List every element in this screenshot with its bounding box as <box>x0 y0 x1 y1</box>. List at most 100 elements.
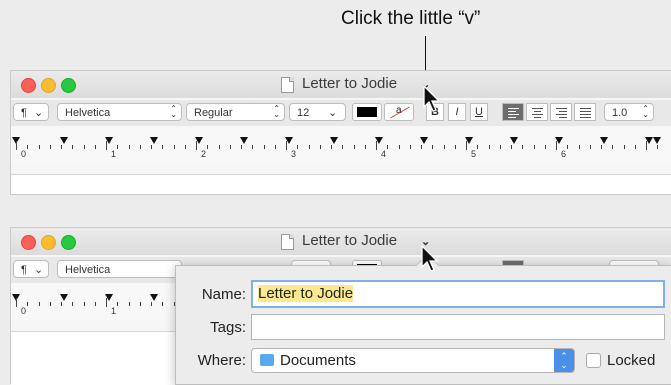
tab-stop-marker[interactable] <box>60 294 68 301</box>
ruler-tick <box>72 302 74 306</box>
highlight-color-well[interactable]: a <box>384 103 414 121</box>
name-label: Name: <box>201 286 246 303</box>
where-value: Documents <box>280 352 356 369</box>
ruler-tick <box>27 302 29 306</box>
paragraph-style-popup[interactable]: ¶ ⌄ <box>13 103 49 121</box>
document-text-area[interactable] <box>11 174 671 194</box>
locked-checkbox[interactable] <box>586 353 601 368</box>
where-popup[interactable]: Documents ⌃ ⌄ <box>251 348 575 373</box>
font-size-value: 12 <box>297 107 310 119</box>
ruler-number: 0 <box>21 149 27 159</box>
tab-stop-marker[interactable] <box>105 294 113 301</box>
tags-field[interactable] <box>251 314 665 340</box>
paragraph-icon: ¶ <box>21 107 27 119</box>
italic-button[interactable]: I <box>448 103 466 121</box>
tab-stop-marker[interactable] <box>510 137 518 144</box>
chevron-down-icon: ⌄ <box>34 107 44 119</box>
zoom-button[interactable] <box>61 78 76 93</box>
ruler-tick <box>184 145 186 149</box>
tab-stop-marker[interactable] <box>240 137 248 144</box>
ruler-tick <box>252 145 254 149</box>
close-button[interactable] <box>21 235 36 250</box>
tab-stop-marker[interactable] <box>150 137 158 144</box>
tab-stop-marker[interactable] <box>600 137 608 144</box>
ruler-tick <box>128 145 130 149</box>
ruler-tick <box>544 145 546 149</box>
title-bar[interactable]: Letter to Jodie ⌄ <box>11 71 671 98</box>
align-center-button[interactable] <box>526 103 548 121</box>
tab-stop-marker[interactable] <box>330 137 338 144</box>
tab-stop-marker[interactable] <box>150 294 158 301</box>
mouse-pointer-icon <box>423 85 441 112</box>
ruler-tick <box>162 145 164 149</box>
ruler-tick <box>634 145 636 149</box>
callout-line <box>425 36 426 72</box>
ruler-tick <box>151 302 152 306</box>
ruler-tick <box>274 145 276 149</box>
ruler-tick <box>128 302 130 306</box>
ruler-tick <box>83 145 85 149</box>
ruler-tick <box>421 145 422 149</box>
ruler-tick <box>61 302 62 306</box>
ruler-tick <box>398 145 400 149</box>
tab-stop-marker[interactable] <box>105 137 113 144</box>
ruler-tick <box>139 302 141 306</box>
ruler-tick <box>319 145 321 149</box>
tab-stop-marker[interactable] <box>555 137 563 144</box>
paragraph-style-popup[interactable]: ¶ ⌄ <box>13 260 49 278</box>
locked-label: Locked <box>607 352 656 369</box>
line-spacing-value: 1.0 <box>612 107 628 119</box>
ruler-tick <box>533 145 535 149</box>
ruler-tick <box>589 145 591 149</box>
tab-stop-marker[interactable] <box>285 137 293 144</box>
font-family-popup[interactable]: Helvetica <box>57 260 182 278</box>
font-style-value: Regular <box>194 107 233 119</box>
document-icon <box>281 234 294 250</box>
tab-stop-marker[interactable] <box>645 137 653 144</box>
align-right-button[interactable] <box>550 103 572 121</box>
ruler-number: 4 <box>381 149 387 159</box>
font-family-value: Helvetica <box>65 264 111 276</box>
title-bar[interactable]: Letter to Jodie ⌄ <box>11 228 671 255</box>
minimize-button[interactable] <box>41 78 56 93</box>
ruler-tick <box>72 145 74 149</box>
ruler-tick <box>623 145 625 149</box>
ruler-number: 6 <box>561 149 567 159</box>
updown-icon: ⌃ ⌄ <box>554 349 574 372</box>
tab-stop-marker[interactable] <box>420 137 428 144</box>
tab-stop-marker[interactable] <box>375 137 383 144</box>
callout-text: Click the little “v” <box>341 8 481 29</box>
ruler-tick <box>263 145 265 149</box>
textedit-window-top: Letter to Jodie ⌄ ¶ ⌄ Helvetica ⌃ ⌄ Regular… <box>10 70 671 195</box>
chevron-down-icon: ⌄ <box>34 264 44 276</box>
align-left-button[interactable] <box>502 103 524 121</box>
ruler-number: 1 <box>111 306 117 316</box>
tab-stop-marker[interactable] <box>195 137 203 144</box>
ruler-tick <box>117 145 119 149</box>
format-toolbar: ¶ ⌄ Helvetica ⌃ ⌄ Regular ⌃ ⌄ 12 ⌄ a B I U 1.0… <box>11 100 671 126</box>
ruler-tick <box>27 145 29 149</box>
font-size-combo[interactable]: 12 ⌄ <box>289 103 346 121</box>
tab-stop-marker[interactable] <box>465 137 473 144</box>
minimize-button[interactable] <box>41 235 56 250</box>
right-margin-marker[interactable] <box>653 137 661 144</box>
zoom-button[interactable] <box>61 235 76 250</box>
ruler[interactable]: 0 1 2 3 4 5 6 <box>11 127 671 163</box>
underline-button[interactable]: U <box>470 103 488 121</box>
line-spacing-popup[interactable]: 1.0 ⌃ ⌄ <box>604 103 654 121</box>
ruler-tick <box>94 302 96 306</box>
align-justify-button[interactable] <box>574 103 596 121</box>
ruler-tick <box>443 145 445 149</box>
ruler-tick <box>511 145 512 149</box>
text-color-well[interactable] <box>352 103 382 121</box>
ruler-tick <box>38 145 40 149</box>
tab-stop-marker[interactable] <box>60 137 68 144</box>
close-button[interactable] <box>21 78 36 93</box>
font-family-popup[interactable]: Helvetica ⌃ ⌄ <box>57 103 182 121</box>
ruler-number: 1 <box>111 149 117 159</box>
name-field[interactable]: Letter to Jodie <box>251 280 665 308</box>
ruler-tick <box>353 145 355 149</box>
font-style-popup[interactable]: Regular ⌃ ⌄ <box>186 103 285 121</box>
updown-icon: ⌃ ⌄ <box>273 104 280 119</box>
ruler-tick <box>657 145 659 149</box>
